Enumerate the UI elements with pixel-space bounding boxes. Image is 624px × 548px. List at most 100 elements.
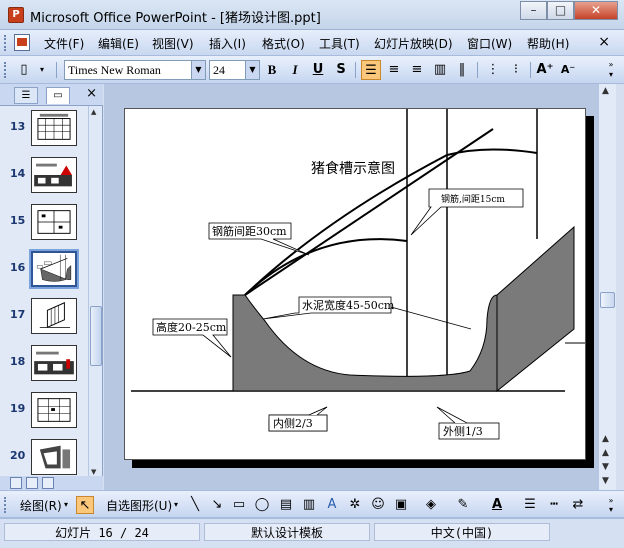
- new-page-button[interactable]: ▯: [14, 60, 34, 80]
- document-close-button[interactable]: ×: [598, 34, 610, 50]
- menu-edit[interactable]: 编辑(E): [98, 35, 139, 52]
- vertical-text-button[interactable]: ‖: [452, 60, 472, 80]
- scroll-down-icon[interactable]: ▼: [602, 476, 609, 486]
- underline-button[interactable]: U: [308, 60, 328, 80]
- diagram-button[interactable]: ✲: [346, 496, 364, 514]
- picture-button[interactable]: ▣: [392, 496, 410, 514]
- autoshapes-button[interactable]: 自选图形(U): [106, 497, 172, 514]
- vertical-textbox-button[interactable]: ▥: [300, 496, 318, 514]
- pane-close-button[interactable]: ×: [86, 86, 97, 101]
- select-objects-button[interactable]: ↖: [76, 496, 94, 514]
- line-style-button[interactable]: ☰: [521, 496, 539, 514]
- minimize-button[interactable]: –: [520, 1, 547, 20]
- slide-thumbnail[interactable]: [31, 110, 77, 146]
- slide-thumbnail[interactable]: [31, 345, 77, 381]
- maximize-button[interactable]: □: [547, 1, 574, 20]
- slide-scrollbar[interactable]: ▲ ▲ ▲ ▼ ▼: [598, 84, 616, 490]
- thumbnail-row[interactable]: 17: [0, 294, 88, 338]
- menu-view[interactable]: 视图(V): [152, 35, 194, 52]
- menu-help[interactable]: 帮助(H): [527, 35, 569, 52]
- align-right-button[interactable]: ≡: [407, 60, 427, 80]
- align-center-button[interactable]: ≡: [384, 60, 404, 80]
- menu-slideshow[interactable]: 幻灯片放映(D): [374, 35, 453, 52]
- distribute-button[interactable]: ▥: [430, 60, 450, 80]
- toolbar-grip[interactable]: [4, 62, 7, 78]
- shadow-button[interactable]: S: [331, 60, 351, 80]
- scroll-up-icon[interactable]: ▲: [602, 86, 609, 96]
- clipart-button[interactable]: ☺: [369, 496, 387, 514]
- decrease-font-button[interactable]: A⁻: [558, 60, 578, 80]
- slide-thumbnail-selected[interactable]: [29, 249, 79, 289]
- slide-thumbnail[interactable]: [31, 298, 77, 334]
- thumbnail-row[interactable]: 16: [0, 247, 88, 291]
- slide-thumbnail[interactable]: [31, 157, 77, 193]
- oval-button[interactable]: ◯: [253, 496, 271, 514]
- menu-window[interactable]: 窗口(W): [467, 35, 512, 52]
- slide-sorter-view-button[interactable]: [26, 477, 38, 489]
- callout-height[interactable]: 高度20-25cm: [156, 320, 227, 334]
- callout-rebar-30cm[interactable]: 钢筋间距30cm: [212, 224, 287, 238]
- slide-title[interactable]: 猪食槽示意图: [311, 160, 395, 177]
- fill-color-button[interactable]: ◈: [422, 496, 440, 514]
- callout-inner[interactable]: 内侧2/3: [273, 416, 313, 430]
- dash-style-button[interactable]: ┅: [545, 496, 563, 514]
- scroll-up-icon[interactable]: ▲: [91, 108, 96, 116]
- slide-thumbnail[interactable]: [31, 439, 77, 475]
- menu-grip[interactable]: [4, 35, 7, 51]
- slide-thumbnail[interactable]: [31, 392, 77, 428]
- numbering-button[interactable]: ⋮: [483, 60, 503, 80]
- slide-canvas[interactable]: 猪食槽示意图 钢筋,间距15cm 钢筋间距30cm 水泥宽度45-50cm 高度…: [124, 108, 586, 460]
- font-color-button[interactable]: A: [488, 496, 506, 514]
- document-icon[interactable]: [14, 34, 30, 51]
- fill-bucket-icon: ◈: [426, 497, 436, 512]
- close-button[interactable]: ✕: [574, 1, 618, 20]
- scroll-up-icon[interactable]: ▲: [602, 434, 609, 444]
- italic-button[interactable]: I: [285, 60, 305, 80]
- textbox-button[interactable]: ▤: [277, 496, 295, 514]
- toolbar-grip[interactable]: [4, 497, 7, 513]
- wordart-button[interactable]: A: [323, 496, 341, 514]
- thumbnail-row[interactable]: 18: [0, 341, 88, 385]
- arrow-button[interactable]: ↘: [208, 496, 226, 514]
- callout-rebar-15cm[interactable]: 钢筋,间距15cm: [441, 193, 505, 205]
- tab-slides[interactable]: ▭: [46, 87, 70, 104]
- toolbar-overflow-button[interactable]: » ▾: [604, 60, 618, 80]
- arrow-style-button[interactable]: ⇄: [569, 496, 587, 514]
- menu-file[interactable]: 文件(F): [44, 35, 84, 52]
- scroll-down-icon[interactable]: ▼: [91, 468, 96, 476]
- status-bar: 幻灯片 16 / 24 默认设计模板 中文(中国): [0, 518, 624, 548]
- menu-tools[interactable]: 工具(T): [319, 35, 360, 52]
- toolbar-overflow-button[interactable]: » ▾: [604, 496, 618, 514]
- thumbnail-row[interactable]: 15: [0, 200, 88, 244]
- next-slide-icon[interactable]: ▼: [602, 462, 609, 472]
- line-button[interactable]: ╲: [186, 496, 204, 514]
- toolbar-options-button[interactable]: ▾: [36, 60, 48, 80]
- slide-thumbnail[interactable]: [31, 204, 77, 240]
- draw-menu-button[interactable]: 绘图(R): [20, 497, 62, 514]
- bold-button[interactable]: B: [262, 60, 282, 80]
- line-color-button[interactable]: ✎: [454, 496, 472, 514]
- increase-font-button[interactable]: A⁺: [535, 60, 555, 80]
- menu-format[interactable]: 格式(O): [262, 35, 305, 52]
- thumbnail-row[interactable]: 20: [0, 435, 88, 478]
- font-name-select[interactable]: Times New Roman ▼: [64, 60, 206, 80]
- rectangle-button[interactable]: ▭: [230, 496, 248, 514]
- scrollbar-thumb[interactable]: [600, 292, 615, 308]
- bullets-button[interactable]: ⁝: [506, 60, 526, 80]
- thumbnail-row[interactable]: 13: [0, 106, 88, 150]
- menu-insert[interactable]: 插入(I): [209, 35, 246, 52]
- powerpoint-icon[interactable]: P: [8, 7, 24, 23]
- align-left-button[interactable]: ☰: [361, 60, 381, 80]
- thumbnail-row[interactable]: 19: [0, 388, 88, 432]
- slideshow-view-button[interactable]: [42, 477, 54, 489]
- callout-outer[interactable]: 外侧1/3: [443, 425, 483, 438]
- normal-view-button[interactable]: [10, 477, 22, 489]
- scrollbar-thumb[interactable]: [90, 306, 102, 366]
- font-size-select[interactable]: 24 ▼: [209, 60, 260, 80]
- thumbnail-scrollbar[interactable]: ▲ ▼: [88, 106, 102, 478]
- status-design-template[interactable]: 默认设计模板: [204, 523, 370, 541]
- callout-cement-width[interactable]: 水泥宽度45-50cm: [302, 298, 395, 312]
- thumbnail-row[interactable]: 14: [0, 153, 88, 197]
- tab-outline[interactable]: ☰: [14, 87, 38, 104]
- previous-slide-icon[interactable]: ▲: [602, 448, 609, 458]
